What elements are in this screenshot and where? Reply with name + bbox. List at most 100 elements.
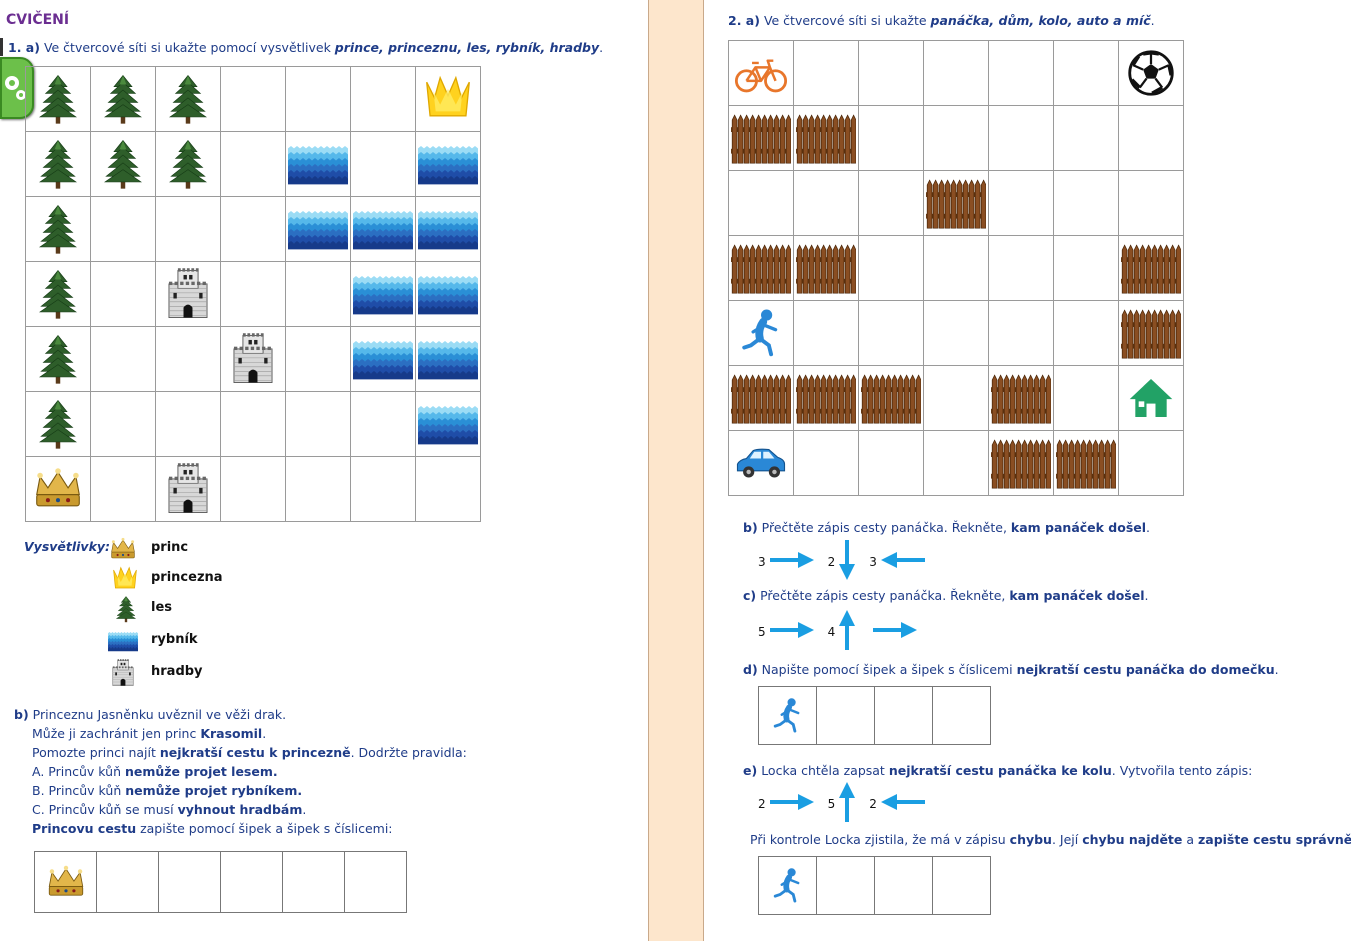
princess-grid-cell[interactable] xyxy=(25,456,91,522)
princess-grid-cell[interactable] xyxy=(350,261,416,327)
answer-bike-cell[interactable] xyxy=(816,856,875,915)
princess-grid-cell[interactable] xyxy=(285,66,351,132)
runner-grid-cell[interactable] xyxy=(923,300,989,366)
runner-grid-cell[interactable] xyxy=(923,430,989,496)
princess-grid-cell[interactable] xyxy=(415,391,481,457)
princess-grid-cell[interactable] xyxy=(220,391,286,457)
princess-grid-cell[interactable] xyxy=(25,66,91,132)
runner-grid-cell[interactable] xyxy=(1118,235,1184,301)
runner-grid-cell[interactable] xyxy=(793,365,859,431)
runner-grid-cell[interactable] xyxy=(793,430,859,496)
runner-grid-cell[interactable] xyxy=(1118,365,1184,431)
runner-grid-cell[interactable] xyxy=(1053,40,1119,106)
princess-grid-cell[interactable] xyxy=(90,66,156,132)
princess-grid-cell[interactable] xyxy=(350,391,416,457)
princess-grid-cell[interactable] xyxy=(285,391,351,457)
runner-grid-cell[interactable] xyxy=(793,40,859,106)
runner-grid-cell[interactable] xyxy=(988,430,1054,496)
princess-grid-cell[interactable] xyxy=(90,196,156,262)
runner-grid-cell[interactable] xyxy=(1053,430,1119,496)
answer-princess-cell[interactable] xyxy=(96,851,159,913)
princess-grid-cell[interactable] xyxy=(415,456,481,522)
princess-grid-cell[interactable] xyxy=(90,391,156,457)
princess-grid-cell[interactable] xyxy=(220,131,286,197)
princess-grid-cell[interactable] xyxy=(90,456,156,522)
answer-princess-cell[interactable] xyxy=(34,851,97,913)
runner-grid-cell[interactable] xyxy=(923,170,989,236)
princess-grid-cell[interactable] xyxy=(155,326,221,392)
answer-grid-house[interactable] xyxy=(758,686,991,745)
princess-grid-cell[interactable] xyxy=(285,196,351,262)
princess-grid-cell[interactable] xyxy=(415,131,481,197)
runner-grid-cell[interactable] xyxy=(858,235,924,301)
runner-grid-cell[interactable] xyxy=(728,105,794,171)
runner-grid-cell[interactable] xyxy=(1118,300,1184,366)
runner-grid-cell[interactable] xyxy=(728,40,794,106)
princess-grid-cell[interactable] xyxy=(90,131,156,197)
runner-grid-cell[interactable] xyxy=(923,235,989,301)
princess-grid-cell[interactable] xyxy=(415,196,481,262)
answer-princess-cell[interactable] xyxy=(282,851,345,913)
runner-grid-cell[interactable] xyxy=(1053,300,1119,366)
runner-grid-cell[interactable] xyxy=(793,300,859,366)
runner-grid-cell[interactable] xyxy=(728,430,794,496)
princess-grid-cell[interactable] xyxy=(220,456,286,522)
runner-grid-cell[interactable] xyxy=(1118,40,1184,106)
answer-house-cell[interactable] xyxy=(816,686,875,745)
runner-grid-cell[interactable] xyxy=(728,300,794,366)
answer-grid-princess[interactable] xyxy=(34,851,407,913)
runner-grid-cell[interactable] xyxy=(728,365,794,431)
runner-grid-cell[interactable] xyxy=(793,105,859,171)
princess-grid-cell[interactable] xyxy=(350,326,416,392)
runner-grid-cell[interactable] xyxy=(793,170,859,236)
princess-grid-cell[interactable] xyxy=(220,326,286,392)
runner-grid-cell[interactable] xyxy=(1118,170,1184,236)
princess-grid-cell[interactable] xyxy=(25,326,91,392)
runner-grid-cell[interactable] xyxy=(858,105,924,171)
runner-grid-cell[interactable] xyxy=(1118,105,1184,171)
runner-grid-cell[interactable] xyxy=(858,170,924,236)
runner-grid-cell[interactable] xyxy=(988,170,1054,236)
princess-grid-cell[interactable] xyxy=(285,131,351,197)
princess-grid-cell[interactable] xyxy=(350,456,416,522)
answer-house-cell[interactable] xyxy=(932,686,991,745)
princess-grid-cell[interactable] xyxy=(90,326,156,392)
runner-grid-cell[interactable] xyxy=(858,365,924,431)
princess-grid-cell[interactable] xyxy=(415,261,481,327)
princess-grid-cell[interactable] xyxy=(220,66,286,132)
runner-grid-cell[interactable] xyxy=(1118,430,1184,496)
answer-house-cell[interactable] xyxy=(758,686,817,745)
princess-grid-cell[interactable] xyxy=(25,261,91,327)
answer-princess-cell[interactable] xyxy=(158,851,221,913)
princess-grid-cell[interactable] xyxy=(285,456,351,522)
runner-grid-cell[interactable] xyxy=(793,235,859,301)
answer-bike-cell[interactable] xyxy=(874,856,933,915)
princess-grid-cell[interactable] xyxy=(415,66,481,132)
runner-grid-cell[interactable] xyxy=(988,40,1054,106)
answer-bike-cell[interactable] xyxy=(932,856,991,915)
runner-grid-cell[interactable] xyxy=(1053,170,1119,236)
runner-grid-cell[interactable] xyxy=(923,40,989,106)
princess-grid-cell[interactable] xyxy=(285,326,351,392)
princess-grid-cell[interactable] xyxy=(155,456,221,522)
princess-grid-cell[interactable] xyxy=(415,326,481,392)
runner-grid-cell[interactable] xyxy=(923,105,989,171)
runner-grid-cell[interactable] xyxy=(988,105,1054,171)
princess-grid-cell[interactable] xyxy=(220,261,286,327)
runner-grid-cell[interactable] xyxy=(858,430,924,496)
answer-grid-bike[interactable] xyxy=(758,856,991,915)
princess-grid-cell[interactable] xyxy=(155,131,221,197)
princess-grid-cell[interactable] xyxy=(285,261,351,327)
princess-grid-cell[interactable] xyxy=(155,391,221,457)
princess-grid-cell[interactable] xyxy=(90,261,156,327)
princess-grid-cell[interactable] xyxy=(25,391,91,457)
answer-princess-cell[interactable] xyxy=(220,851,283,913)
runner-grid-cell[interactable] xyxy=(1053,365,1119,431)
princess-grid-cell[interactable] xyxy=(350,196,416,262)
runner-grid-cell[interactable] xyxy=(923,365,989,431)
princess-grid-cell[interactable] xyxy=(25,131,91,197)
runner-grid-cell[interactable] xyxy=(728,170,794,236)
answer-bike-cell[interactable] xyxy=(758,856,817,915)
runner-grid-cell[interactable] xyxy=(988,235,1054,301)
runner-grid-cell[interactable] xyxy=(728,235,794,301)
